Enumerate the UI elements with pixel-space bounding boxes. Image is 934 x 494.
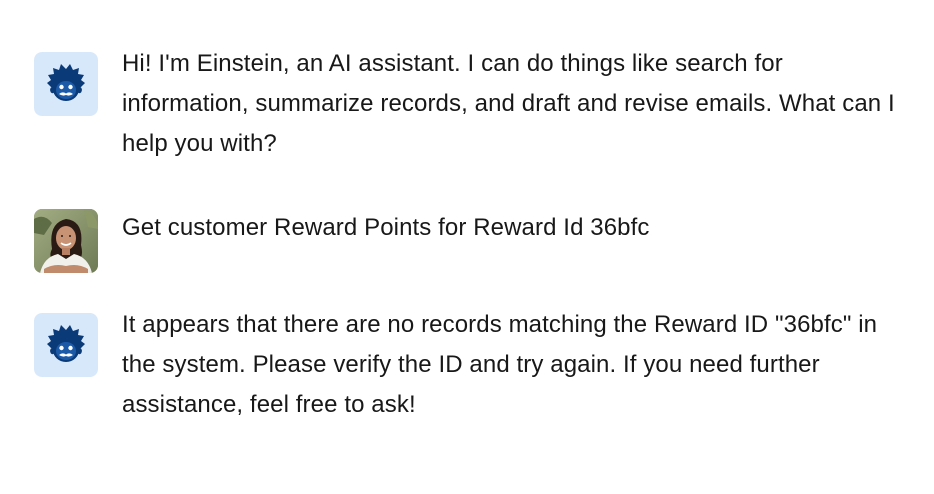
message-text: It appears that there are no records mat…	[122, 311, 878, 418]
assistant-message: It appears that there are no records mat…	[34, 311, 902, 425]
user-avatar	[34, 209, 98, 273]
message-text: Get customer Reward Points for Reward Id…	[122, 214, 650, 241]
einstein-icon	[47, 64, 85, 101]
chat-transcript: Hi! I'm Einstein, an AI assistant. I can…	[0, 0, 934, 494]
einstein-avatar	[34, 313, 98, 377]
message-text: Hi! I'm Einstein, an AI assistant. I can…	[122, 50, 895, 157]
einstein-avatar	[34, 52, 98, 116]
assistant-message: Hi! I'm Einstein, an AI assistant. I can…	[34, 50, 902, 164]
user-message: Get customer Reward Points for Reward Id…	[34, 209, 902, 273]
user-photo-icon	[34, 209, 98, 273]
einstein-icon	[47, 325, 85, 362]
